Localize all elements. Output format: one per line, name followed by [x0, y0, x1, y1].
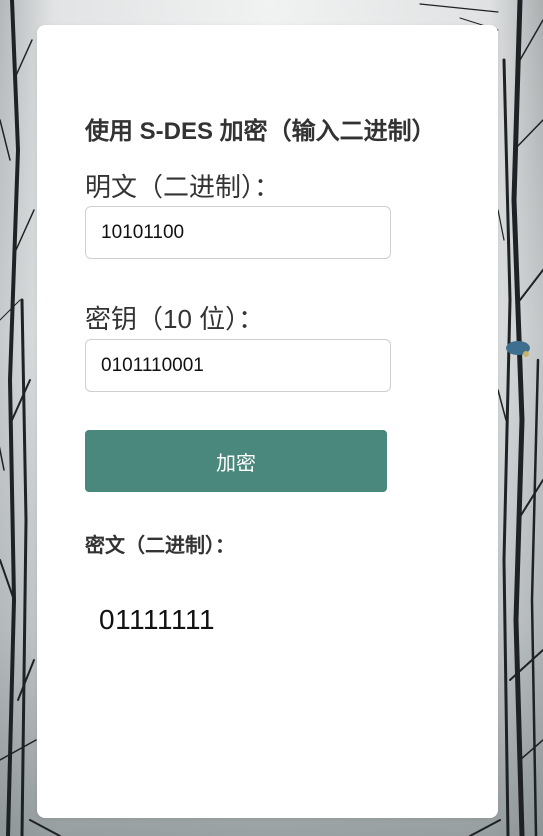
ciphertext-value: 01111111 — [99, 604, 216, 635]
page-title: 使用 S-DES 加密（输入二进制） — [85, 118, 436, 145]
encrypt-button[interactable]: 加密 — [85, 430, 387, 492]
key-input[interactable] — [85, 339, 391, 392]
key-label: 密钥（10 位）： — [85, 304, 265, 334]
ciphertext-label: 密文（二进制）： — [85, 535, 235, 557]
encryption-card: 使用 S-DES 加密（输入二进制） 明文（二进制）： 密钥（10 位）： 加密… — [37, 25, 498, 818]
plaintext-input[interactable] — [85, 206, 391, 259]
plaintext-label: 明文（二进制）： — [85, 172, 281, 202]
